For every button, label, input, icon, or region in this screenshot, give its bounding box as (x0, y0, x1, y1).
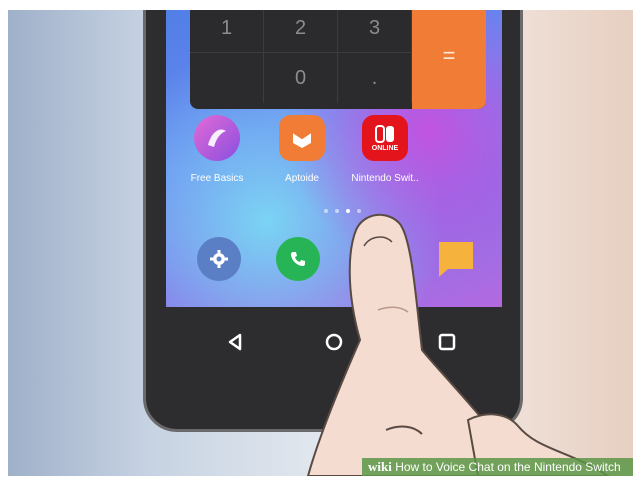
watermark-title: How to Voice Chat on the Nintendo Switch (395, 460, 621, 474)
watermark-banner: wiki How to Voice Chat on the Nintendo S… (362, 458, 633, 476)
illustration-frame: 1 2 3 0 . = Free Basics Aptoide ONLINE N… (8, 10, 633, 476)
watermark-brand: wiki (368, 459, 392, 474)
pointing-hand-illustration (306, 214, 610, 476)
